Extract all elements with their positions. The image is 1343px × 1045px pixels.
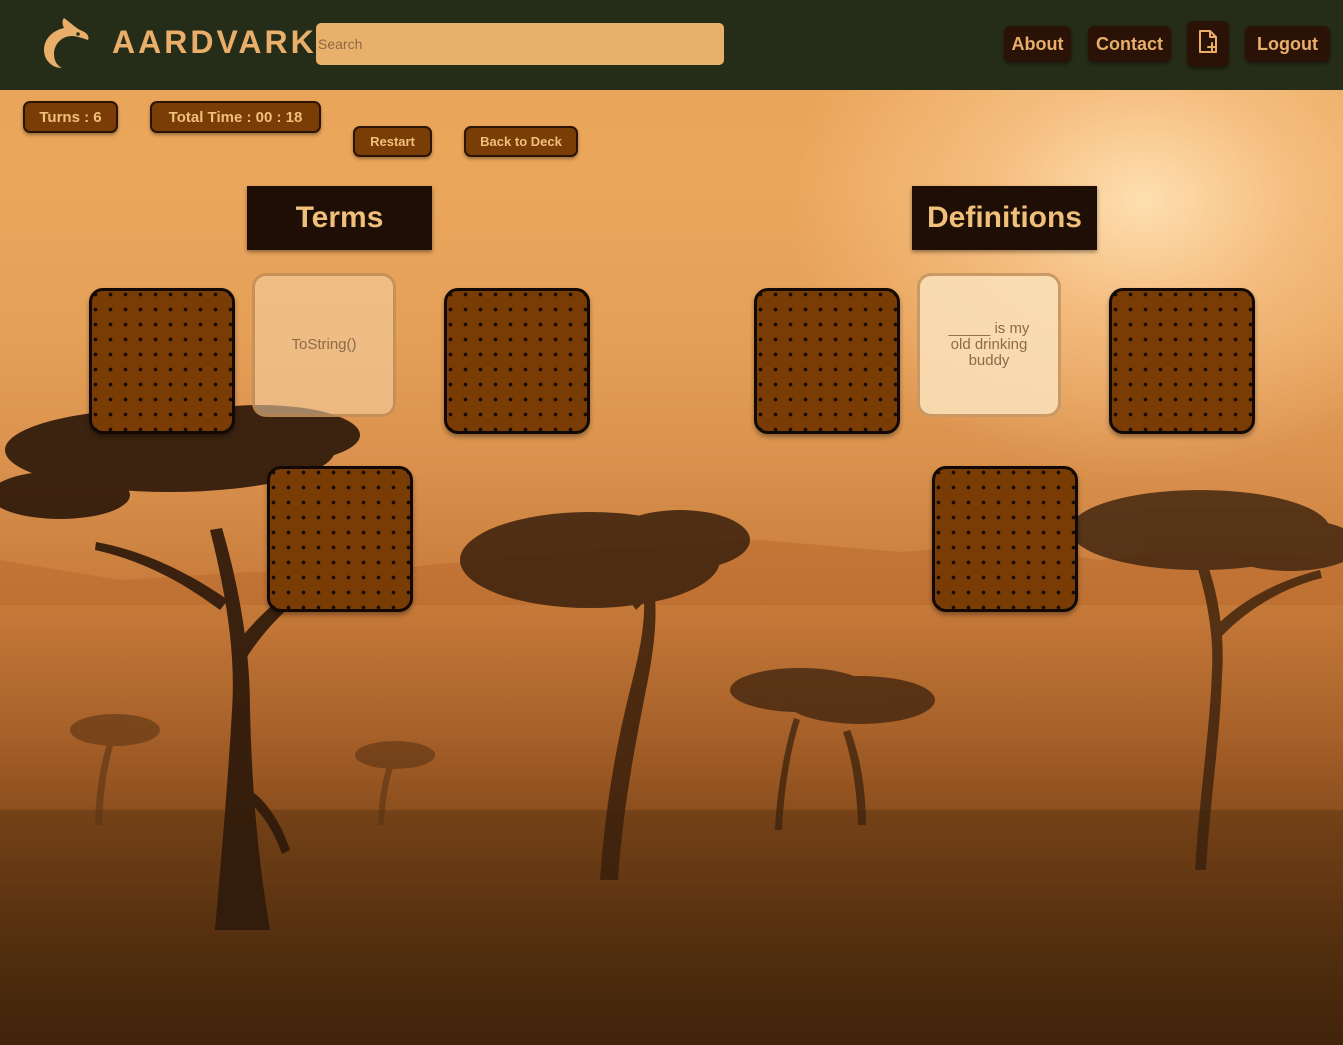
terms-header: Terms	[247, 186, 432, 250]
term-card-hidden[interactable]	[267, 466, 413, 612]
contact-button[interactable]: Contact	[1088, 26, 1171, 62]
definition-card-revealed[interactable]: _____ is my old drinking buddy	[917, 273, 1061, 417]
term-card-hidden[interactable]	[444, 288, 590, 434]
restart-button[interactable]: Restart	[353, 126, 432, 157]
brand-name[interactable]: AARDVARK	[112, 22, 317, 62]
term-card-revealed[interactable]: ToString()	[252, 273, 396, 417]
back-to-deck-button[interactable]: Back to Deck	[464, 126, 578, 157]
term-card-hidden[interactable]	[89, 288, 235, 434]
new-document-button[interactable]	[1187, 21, 1229, 67]
definition-card-hidden[interactable]	[754, 288, 900, 434]
definition-card-hidden[interactable]	[932, 466, 1078, 612]
aardvark-logo-icon[interactable]	[42, 14, 94, 70]
search-input[interactable]	[316, 23, 724, 65]
savanna-silhouettes	[0, 405, 1343, 1045]
definitions-header: Definitions	[912, 186, 1097, 250]
definition-card-hidden[interactable]	[1109, 288, 1255, 434]
savanna-background	[0, 90, 1343, 1045]
logout-button[interactable]: Logout	[1245, 26, 1330, 62]
turns-counter: Turns : 6	[23, 101, 118, 133]
file-plus-icon	[1197, 29, 1219, 60]
top-navbar: AARDVARK About Contact Logout	[0, 0, 1343, 90]
about-button[interactable]: About	[1004, 26, 1071, 62]
total-time-counter: Total Time : 00 : 18	[150, 101, 321, 133]
